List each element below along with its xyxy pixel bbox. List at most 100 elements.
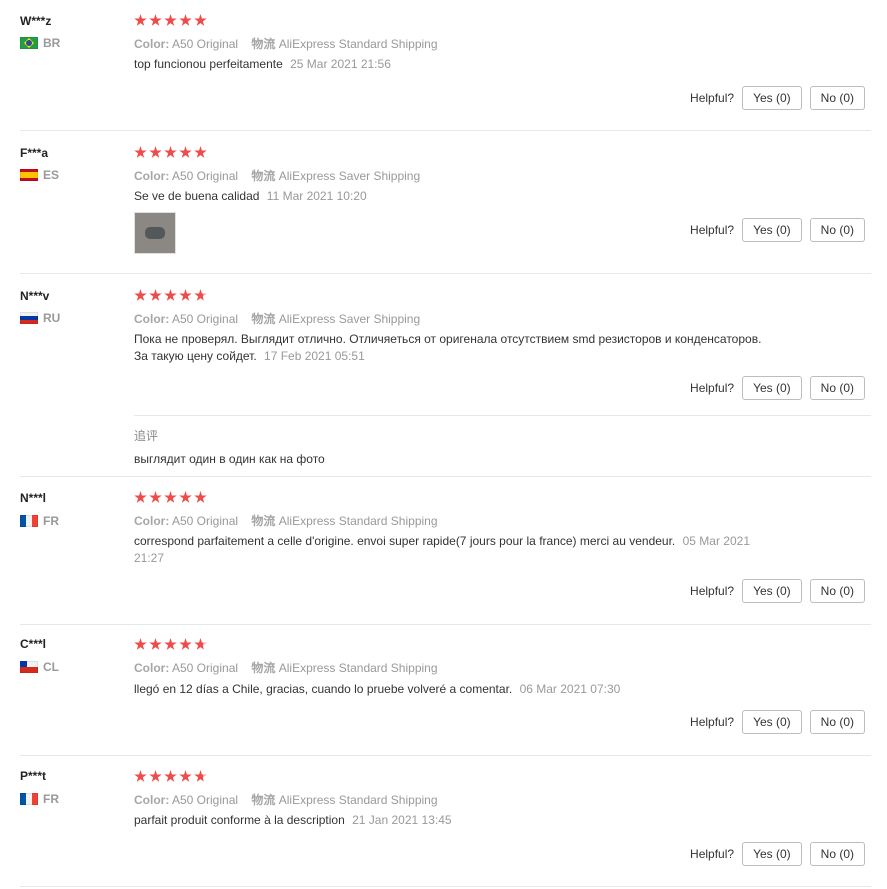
country-code: FR [43, 514, 59, 528]
reviewer-country: FR [20, 792, 59, 806]
helpful-label: Helpful? [690, 223, 735, 237]
star-icon [179, 491, 192, 503]
star-rating [134, 638, 207, 651]
shipping-label: 物流 [251, 169, 276, 183]
followup-label: 追评 [134, 429, 159, 443]
helpful-vote: Helpful? Yes (0) No (0) [690, 218, 865, 242]
star-icon [179, 638, 192, 650]
star-rating [134, 770, 207, 783]
helpful-no-button[interactable]: No (0) [809, 376, 865, 400]
color-value: A50 Original [172, 514, 239, 528]
helpful-yes-button[interactable]: Yes (0) [742, 710, 802, 734]
star-icon [194, 14, 207, 26]
star-rating [134, 289, 207, 302]
helpful-label: Helpful? [690, 715, 735, 729]
flag-fr-icon [20, 515, 38, 527]
helpful-vote: Helpful? Yes (0) No (0) [690, 579, 865, 603]
star-icon [134, 146, 147, 158]
reviewer-country: BR [20, 36, 60, 50]
reviewer-name: C***l [20, 637, 47, 651]
reviewer-name: W***z [20, 14, 52, 28]
helpful-label: Helpful? [690, 584, 735, 598]
review-body: parfait produit conforme à la descriptio… [134, 813, 345, 827]
order-info: Color: A50 Original 物流 AliExpress Standa… [134, 791, 438, 808]
shipping-value: AliExpress Standard Shipping [278, 514, 438, 528]
shipping-value: AliExpress Saver Shipping [278, 312, 421, 326]
helpful-yes-button[interactable]: Yes (0) [742, 218, 802, 242]
review-item: P***t FR Color: A50 Original 物流 AliExpre… [20, 756, 871, 887]
helpful-no-button[interactable]: No (0) [809, 218, 865, 242]
helpful-vote: Helpful? Yes (0) No (0) [690, 86, 865, 110]
star-icon [134, 770, 147, 782]
country-code: BR [43, 36, 61, 50]
star-icon [179, 289, 192, 301]
country-code: RU [43, 311, 61, 325]
helpful-no-button[interactable]: No (0) [809, 842, 865, 866]
review-text: top funcionou perfeitamente 25 Mar 2021 … [134, 56, 794, 73]
reviewer-country: CL [20, 660, 59, 674]
star-icon [194, 491, 207, 503]
followup-divider [134, 415, 871, 416]
star-half-icon [194, 770, 207, 782]
shipping-value: AliExpress Standard Shipping [278, 37, 438, 51]
helpful-yes-button[interactable]: Yes (0) [742, 86, 802, 110]
reviewer-name: N***l [20, 491, 47, 505]
color-label: Color: [134, 793, 170, 807]
review-date: 17 Feb 2021 05:51 [264, 349, 365, 363]
review-text: parfait produit conforme à la descriptio… [134, 812, 794, 829]
order-info: Color: A50 Original 物流 AliExpress Standa… [134, 512, 438, 529]
reviewer-name: N***v [20, 289, 50, 303]
followup-text: выглядит один в один как на фото [134, 452, 325, 466]
star-icon [149, 146, 162, 158]
review-photo-thumbnail[interactable] [134, 212, 176, 254]
flag-fr-icon [20, 793, 38, 805]
helpful-no-button[interactable]: No (0) [809, 579, 865, 603]
star-icon [134, 491, 147, 503]
helpful-yes-button[interactable]: Yes (0) [742, 842, 802, 866]
color-value: A50 Original [172, 169, 239, 183]
color-value: A50 Original [172, 793, 239, 807]
star-icon [149, 770, 162, 782]
shipping-value: AliExpress Saver Shipping [278, 169, 421, 183]
review-date: 05 Mar 2021 [682, 534, 750, 548]
order-info: Color: A50 Original 物流 AliExpress Standa… [134, 35, 438, 52]
helpful-no-button[interactable]: No (0) [809, 86, 865, 110]
star-icon [164, 770, 177, 782]
star-icon [134, 638, 147, 650]
helpful-vote: Helpful? Yes (0) No (0) [690, 376, 865, 400]
star-icon [149, 491, 162, 503]
star-icon [149, 638, 162, 650]
star-icon [194, 146, 207, 158]
helpful-label: Helpful? [690, 847, 735, 861]
review-item: N***v RU Color: A50 Original 物流 AliExpre… [20, 274, 871, 477]
color-value: A50 Original [172, 312, 239, 326]
helpful-label: Helpful? [690, 381, 735, 395]
star-icon [179, 770, 192, 782]
review-time: 21:27 [134, 551, 165, 565]
star-icon [164, 289, 177, 301]
star-icon [149, 14, 162, 26]
review-body: Se ve de buena calidad [134, 189, 260, 203]
shipping-label: 物流 [251, 37, 276, 51]
shipping-value: AliExpress Standard Shipping [278, 661, 438, 675]
helpful-yes-button[interactable]: Yes (0) [742, 376, 802, 400]
shipping-label: 物流 [251, 661, 276, 675]
helpful-yes-button[interactable]: Yes (0) [742, 579, 802, 603]
reviewer-name: P***t [20, 769, 47, 783]
helpful-vote: Helpful? Yes (0) No (0) [690, 842, 865, 866]
flag-es-icon [20, 169, 38, 181]
reviewer-country: RU [20, 311, 60, 325]
shipping-label: 物流 [251, 514, 276, 528]
review-body: correspond parfaitement a celle d'origin… [134, 534, 676, 548]
helpful-vote: Helpful? Yes (0) No (0) [690, 710, 865, 734]
review-date: 21 Jan 2021 13:45 [352, 813, 452, 827]
helpful-label: Helpful? [690, 91, 735, 105]
review-date: 11 Mar 2021 10:20 [266, 189, 367, 203]
review-text: correspond parfaitement a celle d'origin… [134, 533, 794, 567]
review-body: top funcionou perfeitamente [134, 57, 283, 71]
order-info: Color: A50 Original 物流 AliExpress Saver … [134, 167, 420, 184]
helpful-no-button[interactable]: No (0) [809, 710, 865, 734]
star-icon [149, 289, 162, 301]
color-label: Color: [134, 169, 170, 183]
flag-br-icon [20, 37, 38, 49]
